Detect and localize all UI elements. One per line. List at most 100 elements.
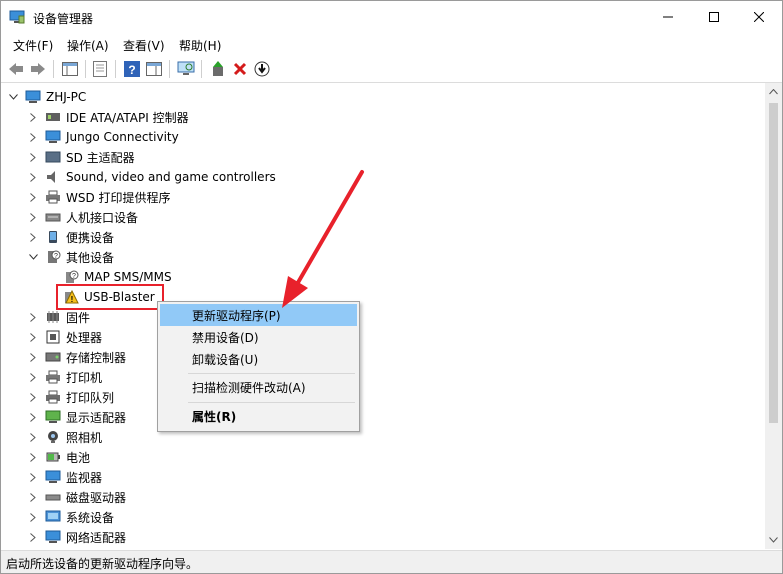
expand-chevron-icon[interactable] <box>27 527 39 547</box>
scan-monitor-icon <box>177 61 195 75</box>
context-scan-hardware[interactable]: 扫描检测硬件改动(A) <box>160 376 357 398</box>
network-icon <box>45 529 61 545</box>
sd-icon <box>45 149 61 165</box>
status-bar: 启动所选设备的更新驱动程序向导。 <box>1 550 782 573</box>
tree-item-label: IDE ATA/ATAPI 控制器 <box>66 110 189 125</box>
expand-chevron-icon[interactable] <box>27 387 39 407</box>
context-disable-device[interactable]: 禁用设备(D) <box>160 326 357 348</box>
tree-item-label: 系统设备 <box>66 510 115 525</box>
show-hide-tree-button[interactable] <box>61 60 79 78</box>
tree-root[interactable]: ZHJ-PC <box>7 87 86 107</box>
back-button[interactable] <box>7 60 25 78</box>
properties-toolbar-button[interactable] <box>91 60 109 78</box>
tree-category-item[interactable]: 电池 <box>27 447 90 467</box>
hid-icon <box>45 209 61 225</box>
expand-chevron-icon[interactable] <box>27 227 39 247</box>
expand-chevron-icon[interactable] <box>27 367 39 387</box>
forward-button[interactable] <box>29 60 47 78</box>
disk-icon <box>45 489 61 505</box>
properties-sheet-icon <box>93 61 107 77</box>
tree-item-label: 固件 <box>66 310 91 325</box>
collapse-chevron-icon[interactable] <box>7 87 19 107</box>
expand-chevron-icon[interactable] <box>27 187 39 207</box>
download-circle-icon <box>254 61 270 77</box>
minimize-button[interactable] <box>645 1 691 33</box>
tree-category-item[interactable]: 打印队列 <box>27 387 114 407</box>
expand-chevron-icon[interactable] <box>27 447 39 467</box>
maximize-icon <box>709 12 719 22</box>
tree-item-label: 其他设备 <box>66 250 115 265</box>
menu-view[interactable]: 查看(V) <box>123 37 165 54</box>
expand-chevron-icon[interactable] <box>27 467 39 487</box>
scrollbar-thumb[interactable] <box>769 103 778 423</box>
maximize-button[interactable] <box>691 1 737 33</box>
context-separator <box>188 402 355 403</box>
expand-chevron-icon[interactable] <box>27 107 39 127</box>
help-toolbar-button[interactable]: ? <box>123 60 141 78</box>
update-driver-icon <box>213 61 223 76</box>
printer-icon <box>45 189 61 205</box>
collapse-chevron-icon[interactable] <box>27 247 39 267</box>
view-toolbar-button[interactable] <box>145 60 163 78</box>
context-uninstall-device[interactable]: 卸载设备(U) <box>160 348 357 370</box>
menu-file[interactable]: 文件(F) <box>13 37 53 54</box>
tree-item-label: 打印队列 <box>66 390 115 405</box>
svg-text:?: ? <box>54 253 58 260</box>
uninstall-toolbar-button[interactable] <box>231 60 249 78</box>
expand-chevron-icon[interactable] <box>27 167 39 187</box>
annotation-arrow-icon <box>282 170 364 308</box>
close-button[interactable] <box>736 1 782 33</box>
computer-icon <box>25 89 41 105</box>
tree-category-item[interactable]: Jungo Connectivity <box>27 127 179 147</box>
tree-category-item[interactable]: 处理器 <box>27 327 102 347</box>
context-properties[interactable]: 属性(R) <box>160 405 357 427</box>
tree-item-label: 处理器 <box>66 330 103 345</box>
tree-category-item[interactable]: 监视器 <box>27 467 102 487</box>
tree-category-item[interactable]: 显示适配器 <box>27 407 126 427</box>
back-arrow-icon <box>9 63 23 75</box>
tree-category-item[interactable]: 系统设备 <box>27 507 114 527</box>
menu-action[interactable]: 操作(A) <box>67 37 109 54</box>
menu-help[interactable]: 帮助(H) <box>179 37 221 54</box>
tree-category-item[interactable]: 照相机 <box>27 427 102 447</box>
tree-item-label: 网络适配器 <box>66 530 127 545</box>
red-x-icon <box>233 62 247 76</box>
expand-chevron-icon[interactable] <box>27 127 39 147</box>
expand-chevron-icon[interactable] <box>27 487 39 507</box>
vertical-scrollbar[interactable] <box>765 83 782 549</box>
tree-category-item[interactable]: 人机接口设备 <box>27 207 138 227</box>
scroll-up-icon[interactable] <box>769 89 778 95</box>
tree-category-item[interactable]: 磁盘驱动器 <box>27 487 126 507</box>
camera-icon <box>45 429 61 445</box>
tree-category-item[interactable]: 网络适配器 <box>27 527 126 547</box>
scroll-down-icon[interactable] <box>769 537 778 543</box>
expand-chevron-icon[interactable] <box>27 427 39 447</box>
expand-chevron-icon[interactable] <box>27 207 39 227</box>
other-device-icon: ? <box>45 249 61 265</box>
svg-text:?: ? <box>128 63 135 77</box>
expand-chevron-icon[interactable] <box>27 347 39 367</box>
tree-category-item[interactable]: Sound, video and game controllers <box>27 167 276 187</box>
tree-category-item[interactable]: WSD 打印提供程序 <box>27 187 171 207</box>
display-icon <box>45 409 61 425</box>
scan-hardware-button[interactable] <box>177 60 195 78</box>
tree-category-item[interactable]: SD 主适配器 <box>27 147 135 167</box>
expand-chevron-icon[interactable] <box>27 147 39 167</box>
tree-category-item[interactable]: ? 其他设备 <box>27 247 114 267</box>
unknown-device-icon: ? <box>63 269 79 285</box>
tree-category-item[interactable]: 打印机 <box>27 367 102 387</box>
tree-category-item[interactable]: 固件 <box>27 307 90 327</box>
tree-category-item[interactable]: IDE ATA/ATAPI 控制器 <box>27 107 189 127</box>
disable-toolbar-button[interactable] <box>253 60 271 78</box>
expand-chevron-icon[interactable] <box>27 307 39 327</box>
title-bar[interactable]: 设备管理器 <box>1 1 782 33</box>
expand-chevron-icon[interactable] <box>27 507 39 527</box>
update-driver-toolbar-button[interactable] <box>209 60 227 78</box>
toolbar: ? <box>1 56 782 83</box>
help-icon: ? <box>124 61 140 77</box>
device-manager-icon <box>9 10 25 24</box>
expand-chevron-icon[interactable] <box>27 407 39 427</box>
tree-category-item[interactable]: 存储控制器 <box>27 347 126 367</box>
expand-chevron-icon[interactable] <box>27 327 39 347</box>
tree-category-item[interactable]: 便携设备 <box>27 227 114 247</box>
